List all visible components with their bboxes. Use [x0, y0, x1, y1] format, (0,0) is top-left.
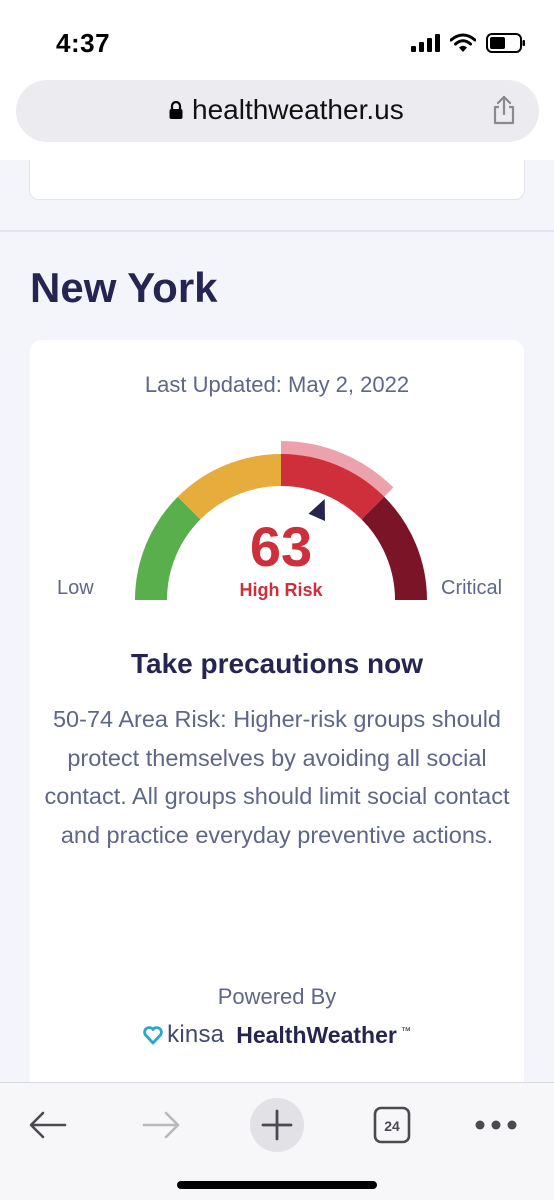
url-text: healthweather.us — [192, 94, 404, 125]
kinsa-healthweather-logo[interactable]: kinsa HealthWeather ™ — [30, 1020, 524, 1050]
signal-icon — [411, 34, 440, 52]
more-icon — [475, 1120, 517, 1130]
kinsa-heart-icon — [143, 1026, 163, 1045]
tabs-icon: 24 — [373, 1106, 411, 1144]
city-title: New York — [30, 264, 218, 311]
section-divider — [0, 230, 554, 232]
tabs-button[interactable]: 24 — [362, 1095, 422, 1155]
new-tab-button[interactable] — [247, 1095, 307, 1155]
powered-by-label: Powered By — [217, 984, 337, 1009]
gauge-min-label: Low — [57, 577, 94, 599]
gauge-segment-moderate — [177, 454, 282, 520]
advice-title: Take precautions now — [131, 648, 423, 679]
advice-body: 50-74 Area Risk: Higher-risk groups shou… — [44, 706, 510, 848]
browser-toolbar: 24 — [0, 1082, 554, 1200]
risk-card: Last Updated: May 2, 2022 63 High Risk L… — [30, 340, 524, 1082]
new-tab-plus-icon — [250, 1098, 304, 1152]
battery-icon — [486, 33, 525, 53]
brand-healthweather: HealthWeather — [236, 1021, 397, 1048]
browser-header: healthweather.us — [0, 80, 554, 160]
last-updated: Last Updated: May 2, 2022 — [144, 372, 410, 397]
brand-kinsa: kinsa — [167, 1021, 225, 1048]
forward-button[interactable] — [131, 1095, 191, 1155]
previous-card — [29, 160, 525, 200]
tab-count: 24 — [384, 1118, 400, 1134]
status-time: 4:37 — [56, 28, 111, 58]
forward-arrow-icon — [142, 1111, 180, 1139]
back-button[interactable] — [18, 1095, 78, 1155]
status-bar: 4:37 — [0, 0, 554, 80]
lock-icon — [169, 100, 183, 119]
page-content: New York Last Updated: May 2, 2022 63 Hi… — [0, 160, 554, 1082]
home-indicator — [177, 1181, 377, 1189]
status-icons — [411, 30, 526, 56]
share-icon[interactable] — [489, 94, 519, 126]
url-bar[interactable]: healthweather.us — [16, 80, 539, 142]
risk-score: 63 — [249, 515, 313, 578]
wifi-icon — [450, 33, 476, 52]
gauge-max-label: Critical — [441, 577, 503, 599]
more-button[interactable] — [466, 1095, 526, 1155]
brand-trademark: ™ — [400, 1026, 411, 1037]
back-arrow-icon — [29, 1111, 67, 1139]
